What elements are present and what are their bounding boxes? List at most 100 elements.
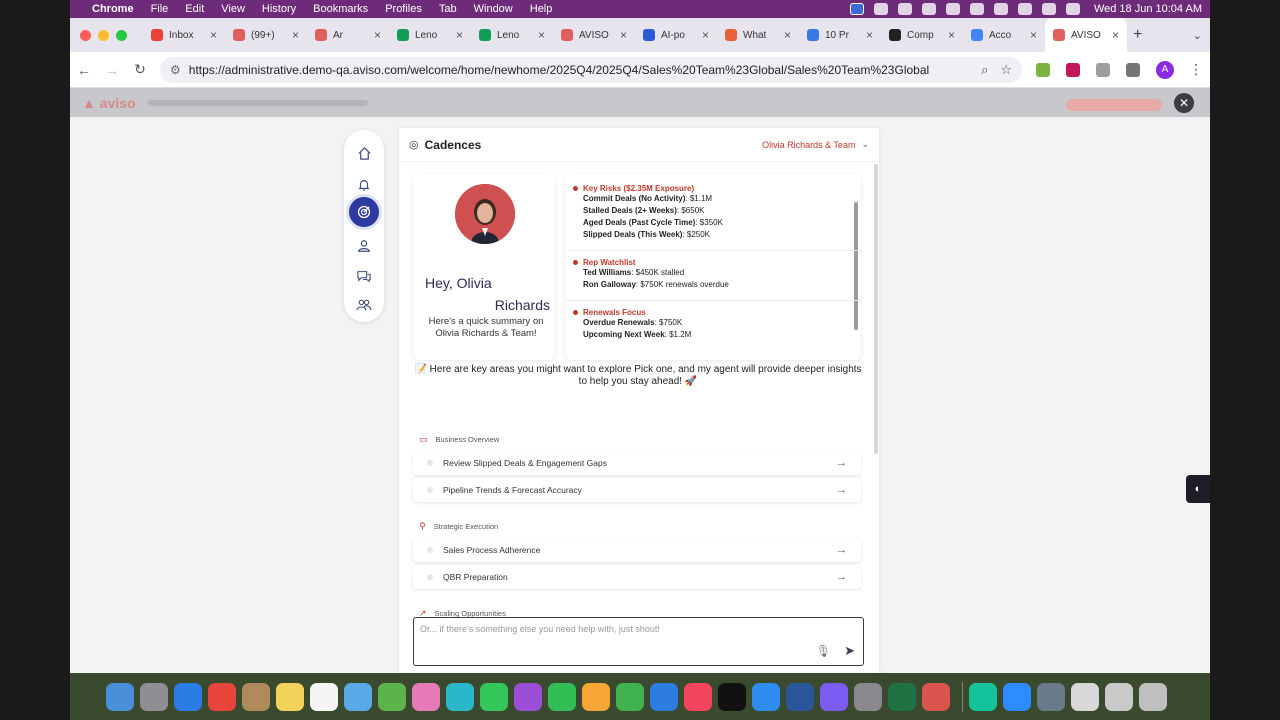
tab-close-icon[interactable]: ×	[866, 28, 873, 42]
messages-icon[interactable]	[480, 682, 508, 711]
screen-record-icon[interactable]	[849, 3, 864, 15]
tab-label[interactable]: Leno	[497, 30, 534, 41]
downloads-icon[interactable]	[1105, 682, 1133, 711]
browser-tab[interactable]: What ×	[717, 18, 799, 52]
browser-tab[interactable]: Comp ×	[881, 18, 963, 52]
browser-tab[interactable]: Leno ×	[389, 18, 471, 52]
browser-tab[interactable]: Acco ×	[963, 18, 1045, 52]
wifi-icon[interactable]	[1017, 3, 1032, 15]
option-label[interactable]: Pipeline Trends & Forecast Accuracy	[443, 485, 836, 495]
arrow-right-icon[interactable]: →	[836, 544, 847, 556]
appstore-icon[interactable]	[752, 682, 780, 711]
browser-tab[interactable]: Leno ×	[471, 18, 553, 52]
reload-button[interactable]: ↻	[126, 61, 154, 78]
send-icon[interactable]: ➤	[844, 643, 855, 659]
bluetooth-icon[interactable]	[969, 3, 984, 15]
url-text[interactable]: https://administrative.demo-qa.aviso.com…	[189, 63, 969, 77]
chrome-icon[interactable]	[208, 682, 236, 711]
media-controls-icon[interactable]	[1126, 62, 1140, 77]
menu-help[interactable]: Help	[530, 3, 553, 15]
chat-icon[interactable]	[349, 261, 379, 291]
notes-icon[interactable]	[276, 682, 304, 711]
chevron-down-icon[interactable]: ⌄	[861, 139, 869, 150]
menu-window[interactable]: Window	[474, 3, 513, 15]
extension-icon[interactable]	[1066, 62, 1080, 77]
chat-input[interactable]	[420, 624, 800, 634]
tab-close-icon[interactable]: ×	[456, 28, 463, 42]
photos-icon[interactable]	[412, 682, 440, 711]
menu-clock[interactable]: Wed 18 Jun 10:04 AM	[1094, 3, 1202, 15]
music-icon[interactable]	[684, 682, 712, 711]
calendar-icon[interactable]	[310, 682, 338, 711]
zoom-status-icon[interactable]	[873, 3, 888, 15]
new-tab-button[interactable]: +	[1133, 26, 1142, 44]
option-review-slipped-deals[interactable]: Review Slipped Deals & Engagement Gaps →	[413, 451, 861, 475]
system-settings-icon[interactable]	[854, 682, 882, 711]
app-icon[interactable]	[446, 682, 474, 711]
tab-search-chevron-icon[interactable]: ⌄	[1193, 29, 1202, 42]
mail-icon[interactable]	[922, 682, 950, 711]
tab-label[interactable]: Comp	[907, 30, 944, 41]
home-icon[interactable]	[349, 138, 379, 168]
arrow-right-icon[interactable]: →	[836, 571, 847, 583]
team-icon[interactable]	[349, 290, 379, 320]
launchpad-icon[interactable]	[140, 682, 168, 711]
tab-label[interactable]: (99+)	[251, 30, 288, 41]
microphone-icon[interactable]: 🎙	[816, 644, 831, 658]
zoom-icon[interactable]	[1003, 682, 1031, 711]
grammarly-icon[interactable]	[969, 682, 997, 711]
arrow-right-icon[interactable]: →	[836, 484, 847, 496]
team-selector[interactable]: Olivia Richards & Team ⌄	[762, 139, 869, 150]
team-selector-label[interactable]: Olivia Richards & Team	[762, 140, 855, 150]
maximize-window-button[interactable]	[116, 29, 127, 41]
extensions-puzzle-icon[interactable]	[1096, 62, 1110, 77]
play-status-icon[interactable]	[945, 3, 960, 15]
facetime-icon[interactable]	[548, 682, 576, 711]
control-center-icon[interactable]	[1065, 3, 1080, 15]
bookmark-star-icon[interactable]: ☆	[1000, 62, 1012, 78]
arrow-right-icon[interactable]: →	[836, 457, 847, 469]
menu-file[interactable]: File	[151, 3, 169, 15]
tab-label[interactable]: AVISO	[579, 30, 616, 41]
keynote-icon[interactable]	[650, 682, 678, 711]
option-label[interactable]: Sales Process Adherence	[443, 545, 836, 555]
user-icon[interactable]	[349, 231, 379, 261]
cadences-icon[interactable]	[349, 197, 379, 227]
tab-label[interactable]: AI-po	[661, 30, 698, 41]
menu-tab[interactable]: Tab	[439, 3, 457, 15]
tab-close-icon[interactable]: ×	[292, 28, 299, 42]
finder-icon[interactable]	[106, 682, 134, 711]
close-overlay-button[interactable]: ✕	[1174, 93, 1194, 113]
browser-tab[interactable]: AVISO ×	[1045, 18, 1127, 52]
tab-label[interactable]: What	[743, 30, 780, 41]
option-label[interactable]: Review Slipped Deals & Engagement Gaps	[443, 458, 836, 468]
word-icon[interactable]	[786, 682, 814, 711]
menu-profiles[interactable]: Profiles	[385, 3, 422, 15]
menu-history[interactable]: History	[262, 3, 296, 15]
minimize-window-button[interactable]	[98, 29, 109, 41]
tab-label[interactable]: Inbox	[169, 30, 206, 41]
close-window-button[interactable]	[80, 29, 91, 41]
browser-tab[interactable]: Ar ×	[307, 18, 389, 52]
tab-close-icon[interactable]: ×	[374, 28, 381, 42]
zoom-icon[interactable]: ⌕	[981, 62, 988, 78]
browser-tab[interactable]: AVISO ×	[553, 18, 635, 52]
appletv-icon[interactable]	[718, 682, 746, 711]
menu-bookmarks[interactable]: Bookmarks	[313, 3, 368, 15]
insights-scrollbar[interactable]	[854, 202, 858, 330]
option-label[interactable]: QBR Preparation	[443, 572, 836, 582]
app-icon[interactable]	[242, 682, 270, 711]
excel-icon[interactable]	[888, 682, 916, 711]
browser-tab[interactable]: (99+) ×	[225, 18, 307, 52]
podcasts-icon[interactable]	[514, 682, 542, 711]
forward-button[interactable]: →	[98, 62, 126, 78]
messenger-icon[interactable]	[820, 682, 848, 711]
appstore-like-icon[interactable]	[344, 682, 372, 711]
tab-close-icon[interactable]: ×	[784, 28, 791, 42]
option-pipeline-trends[interactable]: Pipeline Trends & Forecast Accuracy →	[413, 478, 861, 502]
tab-close-icon[interactable]: ×	[1030, 28, 1037, 42]
grammarly-status-icon[interactable]	[897, 3, 912, 15]
document-icon[interactable]	[1071, 682, 1099, 711]
trash-icon[interactable]	[1139, 682, 1167, 711]
safari-icon[interactable]	[174, 682, 202, 711]
